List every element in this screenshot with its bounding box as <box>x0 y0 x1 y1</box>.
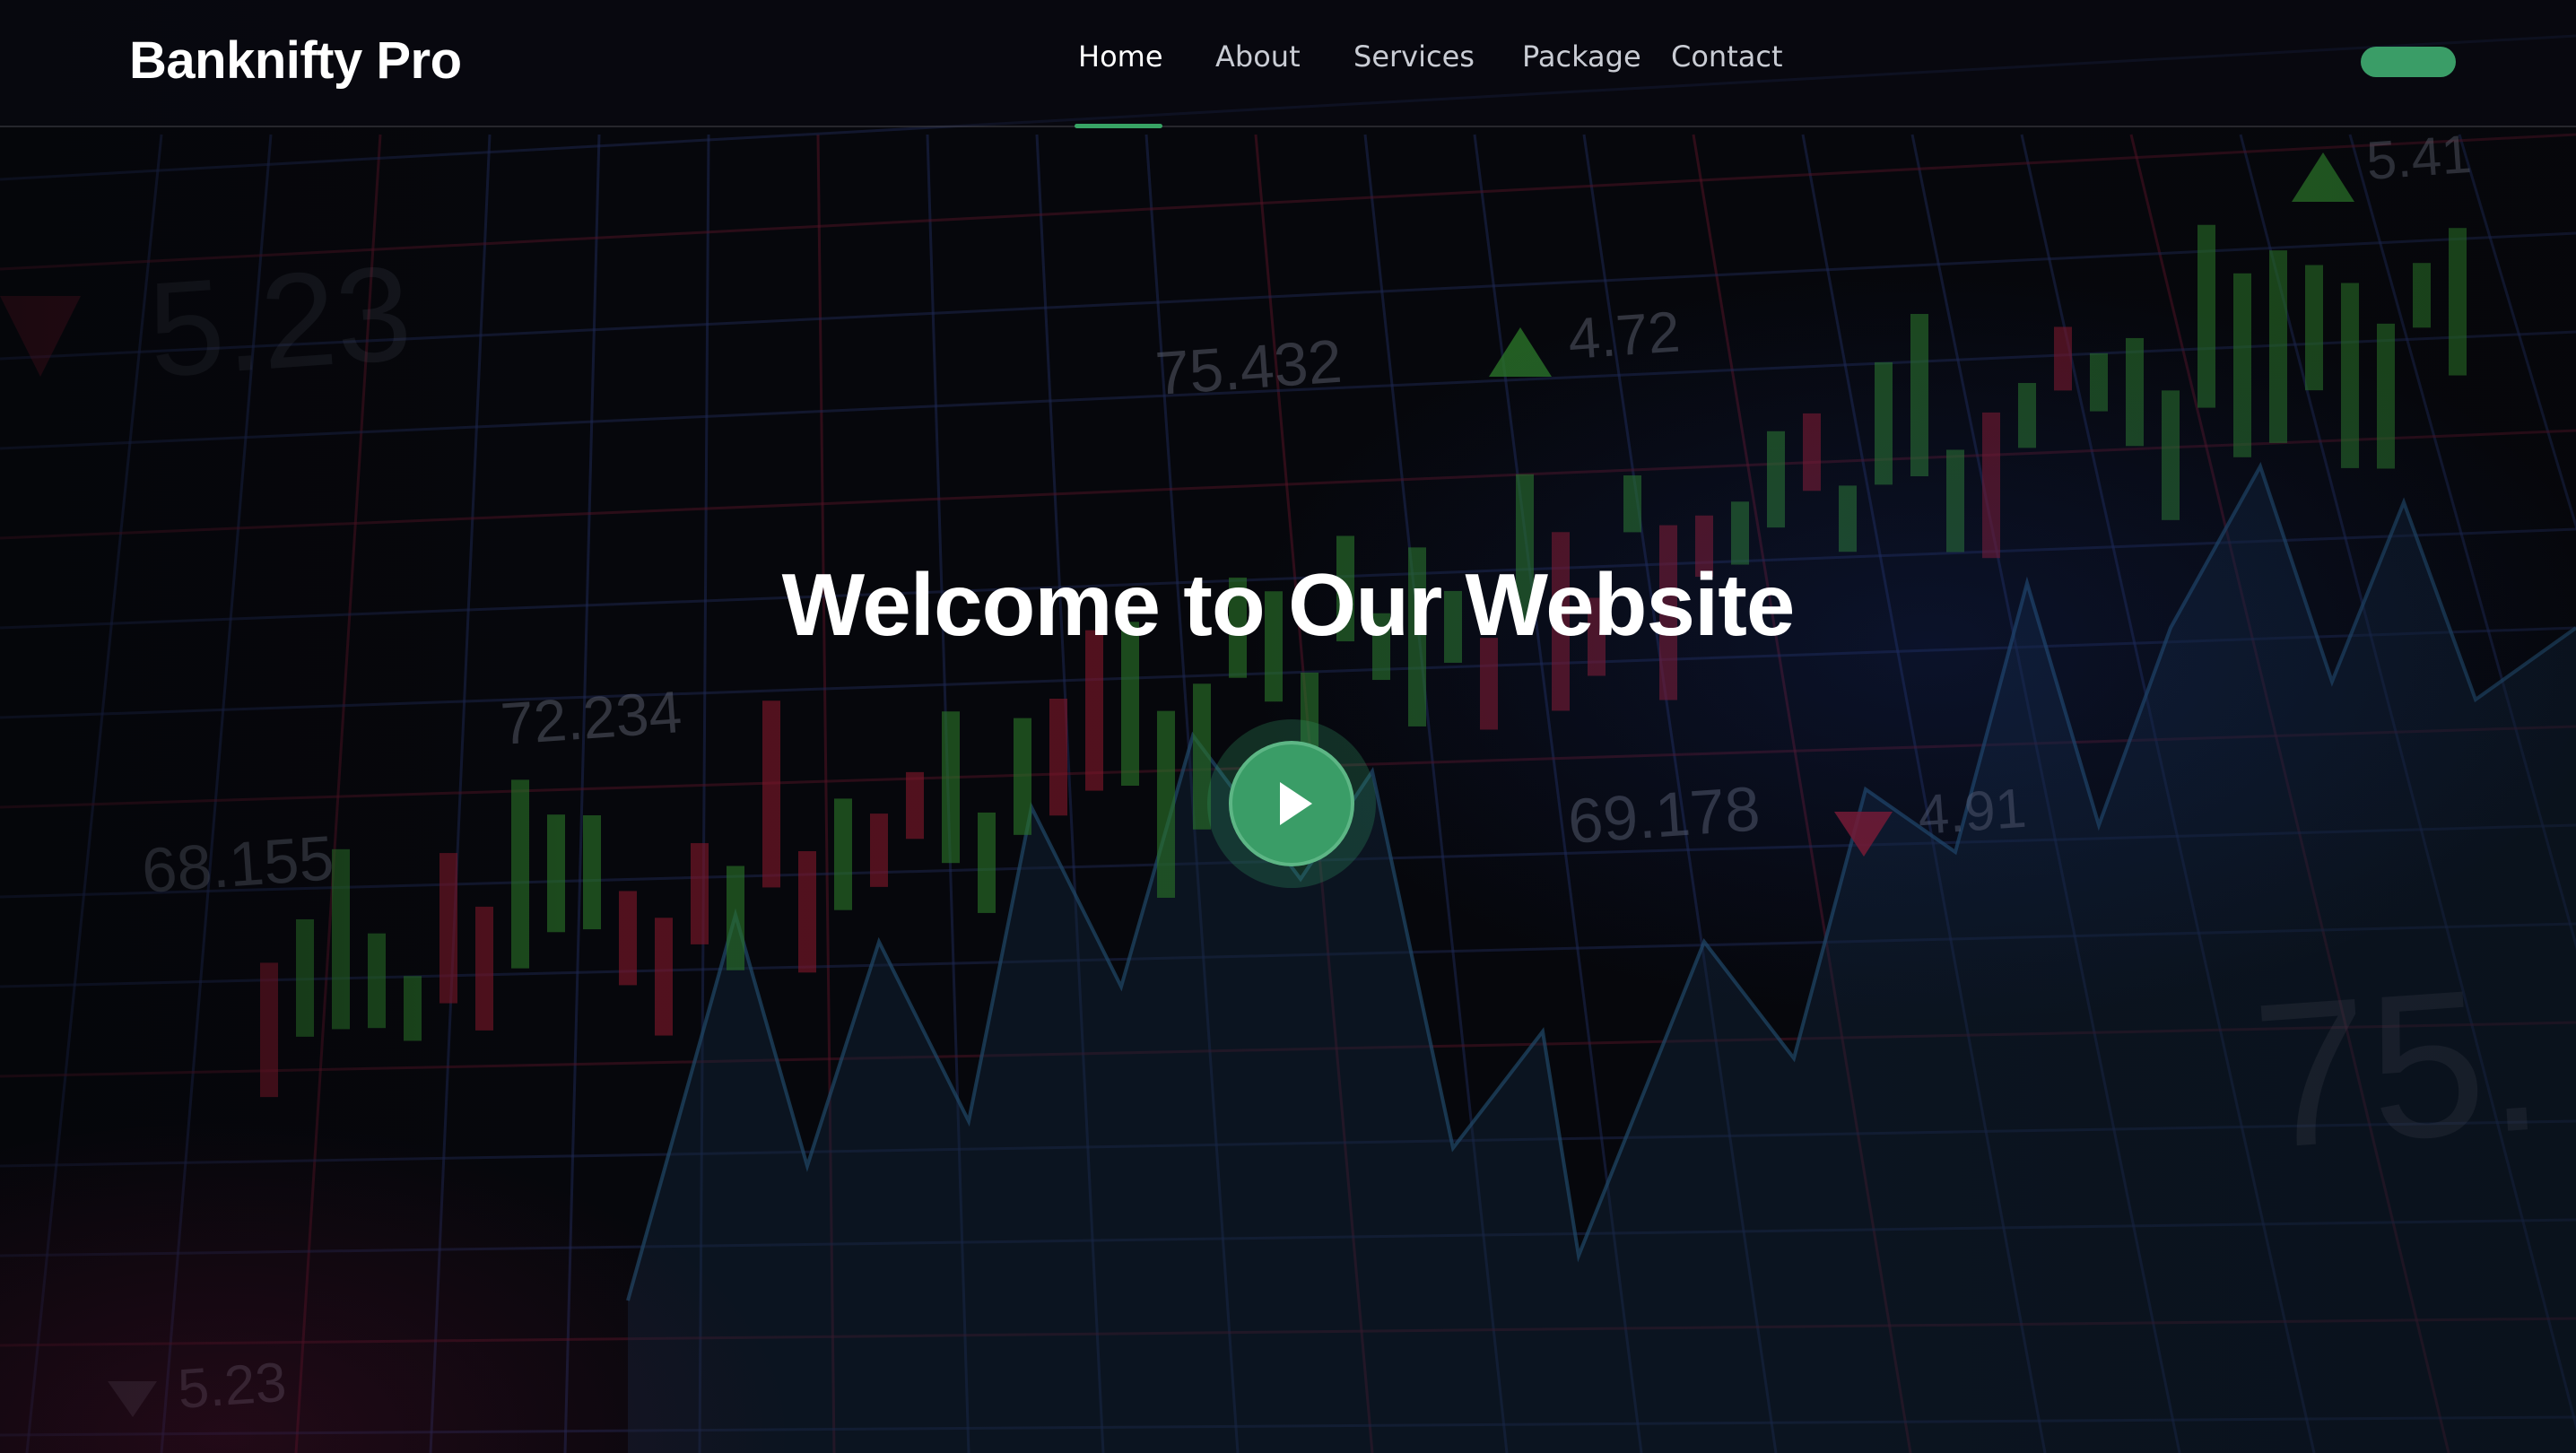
candle <box>2413 263 2431 328</box>
candle <box>2090 352 2108 412</box>
candle <box>1157 710 1175 898</box>
candle <box>511 779 529 969</box>
nav-about[interactable]: About <box>1215 39 1301 74</box>
header-cta-button[interactable] <box>2361 47 2456 77</box>
grid-line <box>0 429 2576 540</box>
background-number: 4.72 <box>1566 299 1682 371</box>
candle <box>727 866 744 970</box>
candle <box>834 798 852 910</box>
candle <box>2269 250 2287 443</box>
candle <box>1767 431 1785 528</box>
candle <box>906 771 924 840</box>
candle <box>2305 265 2323 391</box>
candle <box>1910 314 1928 477</box>
candle <box>870 814 888 887</box>
candle <box>798 850 816 973</box>
candle <box>1623 475 1641 533</box>
up-arrow-icon <box>2292 152 2354 202</box>
candle <box>260 962 278 1098</box>
background-number: 69.178 <box>1566 773 1762 857</box>
candle <box>2341 283 2359 468</box>
nav-package[interactable]: Package <box>1522 39 1641 74</box>
candle <box>547 814 565 933</box>
candle <box>583 815 601 930</box>
candle <box>404 976 422 1041</box>
down-arrow-icon <box>108 1381 157 1417</box>
candle <box>1839 485 1857 552</box>
candle <box>1803 413 1821 492</box>
background-number: 4.91 <box>1916 778 2028 847</box>
nav-services[interactable]: Services <box>1353 39 1475 74</box>
background-number: 75. <box>2247 942 2549 1192</box>
background-number: 75.432 <box>1153 327 1345 408</box>
candle <box>1946 449 1964 552</box>
candle <box>2054 326 2072 391</box>
candle <box>762 700 780 888</box>
nav-home[interactable]: Home <box>1078 39 1163 74</box>
candle <box>2377 323 2395 469</box>
background-number: 5.41 <box>2364 124 2473 191</box>
candle <box>691 843 709 944</box>
candle <box>1875 361 1893 485</box>
play-icon <box>1280 782 1312 825</box>
nav-contact[interactable]: Contact <box>1671 39 1783 74</box>
play-video-button[interactable] <box>1229 741 1354 866</box>
candle <box>655 918 673 1036</box>
background-number: 5.23 <box>144 237 416 405</box>
candle <box>619 891 637 986</box>
candle <box>2449 228 2467 376</box>
candle <box>2233 273 2251 457</box>
candle <box>942 711 960 864</box>
candle <box>2197 224 2215 408</box>
candle <box>475 906 493 1031</box>
down-arrow-icon <box>0 296 81 377</box>
candle <box>368 933 386 1029</box>
candle <box>2162 390 2180 520</box>
candle <box>2018 383 2036 448</box>
background-number: 5.23 <box>176 1352 288 1421</box>
candle <box>296 918 314 1037</box>
candle <box>1014 718 1031 835</box>
candle <box>2126 337 2144 447</box>
up-arrow-icon <box>1489 327 1552 377</box>
background-number: 68.155 <box>140 822 336 906</box>
hero-title: Welcome to Our Website <box>781 555 1796 654</box>
candle <box>439 853 457 1004</box>
candle <box>1982 412 2000 559</box>
candle <box>978 812 996 913</box>
site-header: Banknifty Pro Home About Services Packag… <box>0 0 2576 128</box>
brand-logo[interactable]: Banknifty Pro <box>129 30 462 91</box>
candle <box>1049 698 1067 816</box>
background-number: 72.234 <box>499 678 684 757</box>
nav-active-indicator <box>1075 124 1162 128</box>
